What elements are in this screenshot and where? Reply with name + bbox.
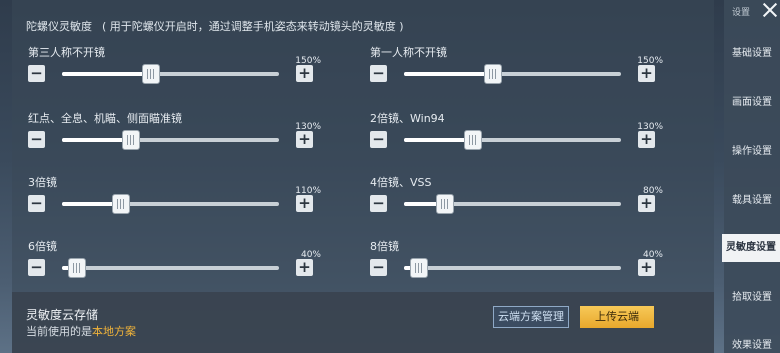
setting-label: 2倍镜、Win94 [370,112,445,125]
increase-button[interactable]: + [296,259,313,276]
sidebar-item-graphics[interactable]: 画面设置 [724,89,780,117]
section-title: 陀螺仪灵敏度 [26,20,92,33]
setting-label: 8倍镜 [370,240,399,253]
slider-track[interactable] [62,194,279,214]
current-scheme-name: 本地方案 [92,325,136,338]
increase-button[interactable]: + [296,65,313,82]
setting-label: 第三人称不开镜 [28,46,105,59]
sidebar-item-vehicle[interactable]: 载具设置 [724,187,780,215]
settings-sidebar: 设置 基础设置 画面设置 操作设置 载具设置 灵敏度设置 拾取设置 效果设置 [722,0,780,353]
increase-button[interactable]: + [638,131,655,148]
decrease-button[interactable]: − [28,195,45,212]
decrease-button[interactable]: − [370,259,387,276]
current-scheme-text: 当前使用的是本地方案 [26,323,136,339]
slider-fill [62,72,151,76]
setting-4x-scope: 4倍镜、VSS 80% − + [370,174,670,219]
slider-thumb[interactable] [410,258,429,278]
slider-thumb[interactable] [483,64,502,84]
section-header: 陀螺仪灵敏度 ( 用于陀螺仪开启时，通过调整手机姿态来转动镜头的灵敏度 ) [26,18,404,34]
slider-thumb[interactable] [141,64,160,84]
sidebar-item-sensitivity[interactable]: 灵敏度设置 [722,234,780,262]
slider-thumb[interactable] [111,194,130,214]
increase-button[interactable]: + [638,259,655,276]
slider-track[interactable] [62,258,279,278]
setting-label: 3倍镜 [28,176,57,189]
decrease-button[interactable]: − [28,131,45,148]
slider-track[interactable] [404,130,621,150]
sidebar-item-controls[interactable]: 操作设置 [724,138,780,166]
decrease-button[interactable]: − [370,131,387,148]
slider-thumb[interactable] [436,194,455,214]
upload-cloud-button[interactable]: 上传云端 [580,306,654,328]
sidebar-item-basic[interactable]: 基础设置 [724,40,780,68]
decrease-button[interactable]: − [28,65,45,82]
current-scheme-prefix: 当前使用的是 [26,325,92,338]
setting-label: 红点、全息、机瞄、侧面瞄准镜 [28,112,182,125]
slider-track[interactable] [404,194,621,214]
cloud-scheme-manage-button[interactable]: 云端方案管理 [493,306,569,328]
increase-button[interactable]: + [296,131,313,148]
slider-thumb[interactable] [122,130,141,150]
setting-3x-scope: 3倍镜 110% − + [28,174,328,219]
slider-fill [404,138,474,142]
setting-tpp-no-scope: 第三人称不开镜 150% − + [28,44,328,89]
setting-label: 第一人称不开镜 [370,46,447,59]
slider-fill [404,72,493,76]
slider-track[interactable] [404,258,621,278]
cloud-storage-bar: 灵敏度云存储 当前使用的是本地方案 云端方案管理 上传云端 [12,292,714,353]
decrease-button[interactable]: − [370,65,387,82]
slider-thumb[interactable] [68,258,87,278]
setting-6x-scope: 6倍镜 40% − + [28,238,328,283]
setting-8x-scope: 8倍镜 40% − + [370,238,670,283]
slider-fill [62,138,132,142]
sidebar-top: 设置 [724,0,780,22]
setting-fpp-no-scope: 第一人称不开镜 150% − + [370,44,670,89]
section-hint: ( 用于陀螺仪开启时，通过调整手机姿态来转动镜头的灵敏度 ) [102,20,404,33]
sidebar-item-pickup[interactable]: 拾取设置 [724,284,780,312]
increase-button[interactable]: + [638,195,655,212]
settings-caption: 设置 [732,8,751,18]
decrease-button[interactable]: − [28,259,45,276]
close-icon[interactable] [761,1,779,19]
slider-thumb[interactable] [464,130,483,150]
increase-button[interactable]: + [296,195,313,212]
setting-label: 6倍镜 [28,240,57,253]
cloud-storage-title: 灵敏度云存储 [26,308,99,322]
sensitivity-panel: 陀螺仪灵敏度 ( 用于陀螺仪开启时，通过调整手机姿态来转动镜头的灵敏度 ) 第三人… [12,0,714,353]
slider-track[interactable] [62,130,279,150]
slider-track[interactable] [62,64,279,84]
sidebar-item-effects[interactable]: 效果设置 [724,332,780,353]
setting-2x-scope: 2倍镜、Win94 130% − + [370,110,670,155]
slider-track[interactable] [404,64,621,84]
decrease-button[interactable]: − [370,195,387,212]
increase-button[interactable]: + [638,65,655,82]
setting-red-dot-scope: 红点、全息、机瞄、侧面瞄准镜 130% − + [28,110,328,155]
setting-label: 4倍镜、VSS [370,176,432,189]
